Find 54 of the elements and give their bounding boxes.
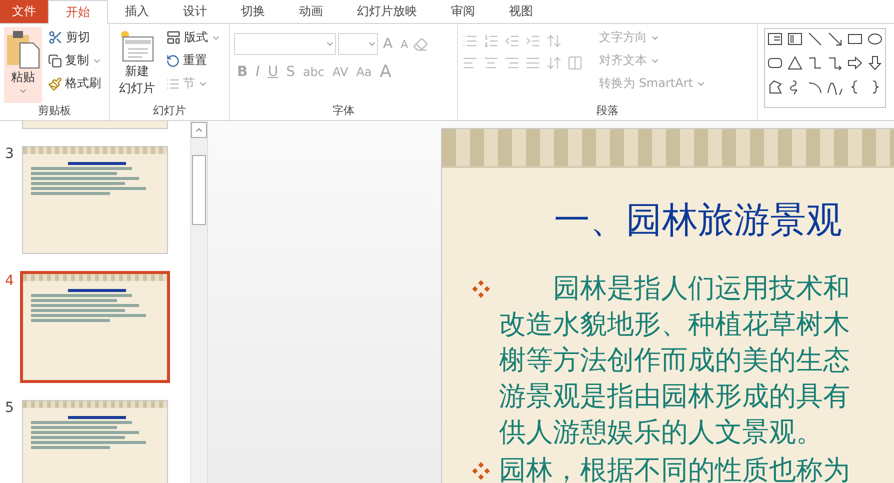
rectangle-icon[interactable] (847, 31, 863, 47)
right-arrow-icon[interactable] (847, 55, 863, 71)
slide-thumbnail[interactable] (22, 400, 168, 483)
copy-icon (48, 54, 62, 68)
slide-thumbnail[interactable] (22, 146, 168, 254)
ribbon-tab[interactable]: 视图 (492, 0, 550, 23)
section-icon (166, 76, 180, 90)
bullet-icon (472, 280, 490, 298)
cut-button[interactable]: 剪切 (46, 27, 104, 48)
ribbon-tab[interactable]: 插入 (108, 0, 166, 23)
ribbon-tab[interactable]: 幻灯片放映 (340, 0, 434, 23)
reset-icon (166, 54, 180, 68)
layout-button[interactable]: 版式 (164, 27, 223, 48)
scrollbar-thumb[interactable] (192, 155, 206, 225)
rounded-rectangle-icon[interactable] (767, 55, 783, 71)
layout-icon (166, 30, 181, 45)
paste-button[interactable]: 粘贴 (4, 27, 42, 103)
group-label: 字体 (332, 103, 356, 119)
text-box-icon[interactable] (767, 31, 783, 47)
oval-icon[interactable] (867, 31, 883, 47)
slide-number: 5 (5, 400, 15, 416)
paintbrush-icon (48, 76, 62, 90)
format-painter-button[interactable]: 格式刷 (46, 73, 104, 94)
bullet-icon (472, 462, 490, 480)
ribbon-tab[interactable]: 动画 (282, 0, 340, 23)
slide-number: 4 (5, 273, 15, 289)
group-label: 段落 (596, 103, 620, 119)
slide-number: 3 (5, 146, 15, 162)
file-tab[interactable]: 文件 (0, 0, 48, 23)
triangle-icon[interactable] (787, 55, 803, 71)
elbow-arrow-icon[interactable] (827, 55, 843, 71)
line-icon[interactable] (807, 31, 823, 47)
copy-button[interactable]: 复制 (46, 50, 104, 71)
scroll-up-button[interactable] (191, 122, 207, 138)
reset-button[interactable]: 重置 (164, 50, 223, 71)
new-slide-button[interactable]: 新建 幻灯片 (114, 27, 160, 103)
slide-thumbnail[interactable] (20, 271, 170, 383)
group-label: 剪贴板 (37, 103, 72, 119)
bullet-text: 园林，根据不同的性质也称为 (499, 454, 850, 483)
elbow-connector-icon[interactable] (807, 55, 823, 71)
new-slide-icon (119, 29, 155, 63)
ribbon-tab[interactable]: 开始 (48, 0, 108, 24)
ribbon-tab[interactable]: 审阅 (434, 0, 492, 23)
arrow-line-icon[interactable] (827, 31, 843, 47)
vertical-text-box-icon[interactable] (787, 31, 803, 47)
group-label: 幻灯片 (152, 103, 187, 119)
clipboard-icon (6, 29, 40, 69)
slide-title: 一、园林旅游景观 (554, 199, 843, 243)
bullet-text: 园林是指人们运用技术和 改造水貌地形、种植花草树木 榭等方法创作而成的美的生态 游景观是指由园林形成的具有 供人游憩娱乐的人文景观。 (499, 272, 850, 450)
down-arrow-icon[interactable] (867, 55, 883, 71)
freeform-icon[interactable] (767, 79, 783, 95)
scissors-icon (48, 30, 63, 45)
ribbon-tab[interactable]: 切换 (224, 0, 282, 23)
ribbon-tab[interactable]: 设计 (166, 0, 224, 23)
